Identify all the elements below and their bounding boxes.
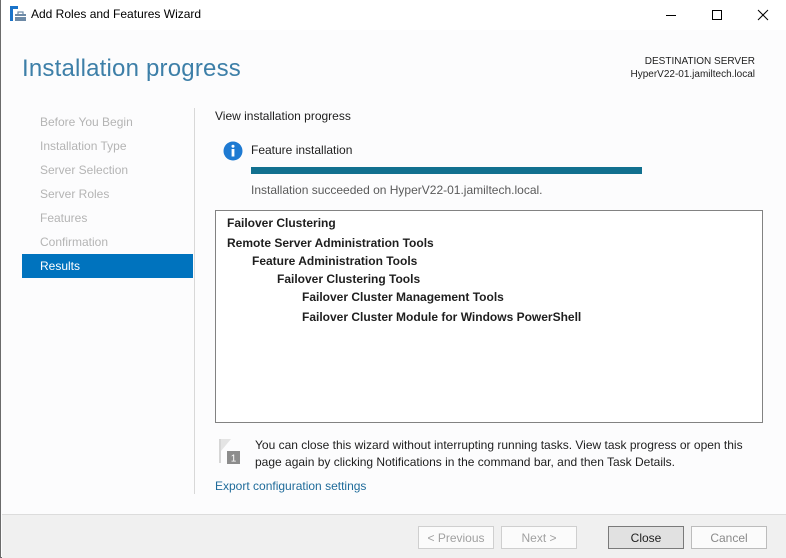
nav-item-installation-type: Installation Type bbox=[40, 139, 127, 153]
close-window-button[interactable] bbox=[740, 0, 786, 30]
nav-divider bbox=[194, 108, 195, 494]
result-item: Failover Cluster Management Tools bbox=[302, 290, 504, 304]
info-icon bbox=[223, 141, 243, 161]
result-item: Failover Cluster Module for Windows Powe… bbox=[302, 310, 582, 324]
minimize-icon bbox=[665, 9, 677, 21]
close-button[interactable]: Close bbox=[608, 526, 684, 549]
nav-item-features: Features bbox=[40, 211, 88, 225]
result-item: Failover Clustering bbox=[227, 216, 336, 230]
export-configuration-link[interactable]: Export configuration settings bbox=[215, 479, 366, 493]
previous-button[interactable]: < Previous bbox=[418, 526, 494, 549]
results-list[interactable]: Failover Clustering Remote Server Admini… bbox=[215, 210, 763, 423]
destination-server-info: DESTINATION SERVER HyperV22-01.jamiltech… bbox=[630, 55, 755, 81]
close-icon bbox=[757, 9, 769, 21]
maximize-icon bbox=[711, 9, 723, 21]
notification-flag-icon: 1 bbox=[217, 437, 241, 465]
section-title: View installation progress bbox=[215, 109, 351, 123]
title-bar[interactable]: Add Roles and Features Wizard bbox=[1, 0, 786, 30]
wizard-footer: < Previous Next > Close Cancel bbox=[2, 514, 786, 558]
window-title: Add Roles and Features Wizard bbox=[31, 7, 202, 21]
progress-bar-fill bbox=[251, 167, 642, 174]
destination-server-name: HyperV22-01.jamiltech.local bbox=[630, 69, 755, 80]
nav-item-before-you-begin: Before You Begin bbox=[40, 115, 133, 129]
svg-text:1: 1 bbox=[231, 454, 237, 465]
result-item: Feature Administration Tools bbox=[252, 254, 418, 268]
wizard-window: Add Roles and Features Wizard Installati… bbox=[0, 0, 786, 558]
maximize-button[interactable] bbox=[694, 0, 740, 30]
nav-item-server-selection: Server Selection bbox=[40, 163, 129, 177]
nav-item-confirmation: Confirmation bbox=[40, 235, 109, 249]
page-heading: Installation progress bbox=[22, 55, 241, 82]
close-wizard-notice: You can close this wizard without interr… bbox=[255, 438, 743, 469]
installation-progress-bar bbox=[251, 167, 642, 174]
installation-status-text: Installation succeeded on HyperV22-01.ja… bbox=[251, 183, 543, 197]
minimize-button[interactable] bbox=[648, 0, 694, 30]
destination-server-label: DESTINATION SERVER bbox=[644, 56, 755, 67]
result-item: Remote Server Administration Tools bbox=[227, 236, 434, 250]
nav-item-results[interactable]: Results bbox=[22, 254, 193, 278]
server-manager-icon bbox=[10, 6, 26, 22]
next-button[interactable]: Next > bbox=[501, 526, 577, 549]
nav-item-server-roles: Server Roles bbox=[40, 187, 110, 201]
wizard-steps-nav: Before You Begin Installation Type Serve… bbox=[22, 110, 193, 278]
result-item: Failover Clustering Tools bbox=[277, 272, 421, 286]
cancel-button[interactable]: Cancel bbox=[691, 526, 767, 549]
feature-installation-label: Feature installation bbox=[251, 143, 353, 157]
